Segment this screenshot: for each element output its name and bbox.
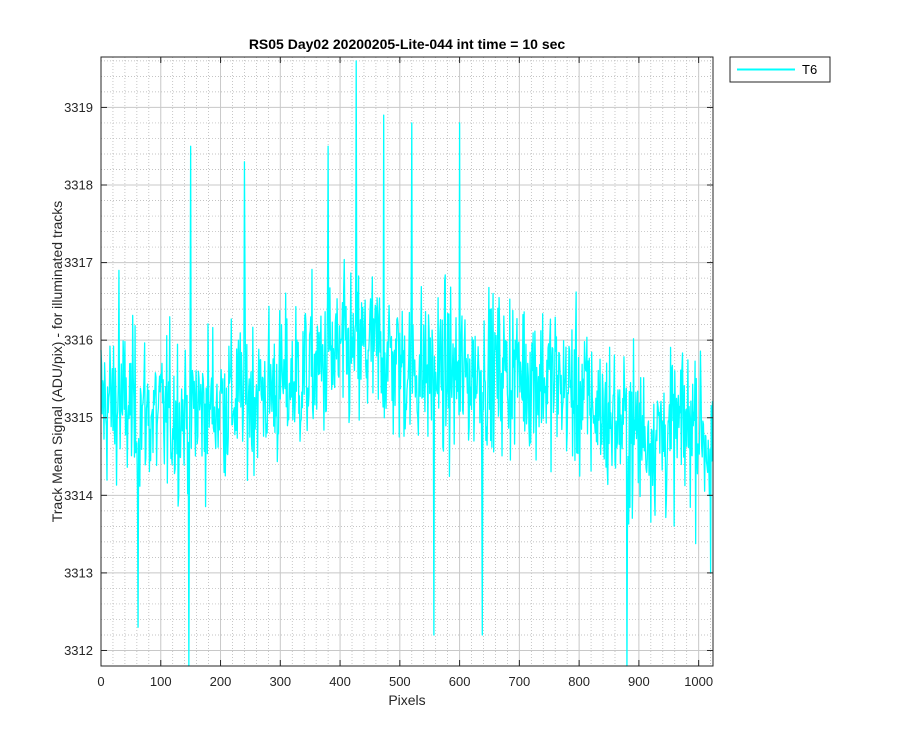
axes-background (101, 57, 713, 666)
y-tick-label: 3319 (64, 100, 93, 115)
y-tick-label: 3316 (64, 333, 93, 348)
y-axis-label: Track Mean Signal (ADU/pix) - for illumi… (49, 201, 65, 523)
x-tick-label: 600 (449, 674, 471, 689)
y-tick-label: 3312 (64, 643, 93, 658)
y-tick-label: 3317 (64, 255, 93, 270)
x-tick-label: 400 (329, 674, 351, 689)
y-tick-label: 3314 (64, 488, 93, 503)
x-tick-label: 200 (210, 674, 232, 689)
chart-title: RS05 Day02 20200205-Lite-044 int time = … (249, 36, 566, 52)
y-tick-label: 3315 (64, 410, 93, 425)
x-axis-label: Pixels (388, 692, 425, 708)
x-tick-label: 1000 (684, 674, 713, 689)
plot-area: 0 100 200 300 400 500 600 700 800 900 1000 3312 3313… (64, 56, 714, 689)
y-tick-label: 3313 (64, 565, 93, 580)
chart: 0 100 200 300 400 500 600 700 800 900 1000 3312 3313… (0, 0, 900, 750)
legend: T6 (729, 56, 831, 83)
x-tick-label: 500 (389, 674, 411, 689)
x-tick-label: 900 (628, 674, 650, 689)
x-tick-label: 100 (150, 674, 172, 689)
x-tick-label: 800 (568, 674, 590, 689)
x-tick-label: 0 (97, 674, 104, 689)
x-tick-label: 700 (509, 674, 531, 689)
x-tick-label: 300 (269, 674, 291, 689)
legend-label: T6 (802, 62, 817, 77)
y-tick-label: 3318 (64, 178, 93, 193)
